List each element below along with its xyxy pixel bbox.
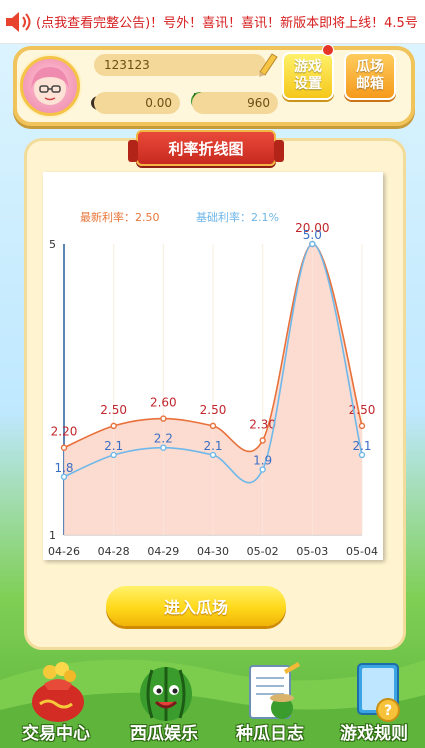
edit-pencil-icon[interactable]	[256, 50, 280, 82]
legend-latest-rate: 最新利率：2.50	[80, 211, 160, 224]
notebook-icon	[249, 662, 300, 719]
nav-melon-entertainment[interactable]: 西瓜娱乐	[112, 656, 216, 748]
avatar[interactable]	[20, 56, 80, 116]
nav-label: 游戏规则	[340, 724, 408, 744]
announcement-marquee[interactable]: (点我查看完整公告)！号外！喜讯！喜讯！新版本即将上线！4.5号	[0, 0, 425, 44]
mail-label-line1: 瓜场	[356, 59, 384, 75]
speaker-icon	[0, 0, 36, 43]
game-settings-button[interactable]: 游戏 设置	[282, 52, 334, 100]
nav-trade-center[interactable]: 交易中心	[4, 656, 108, 748]
rules-book-icon: ?	[357, 663, 400, 722]
nav-label: 交易中心	[22, 724, 90, 744]
legend-base-rate: 基础利率：2.1%	[196, 211, 279, 224]
nav-planting-log[interactable]: 种瓜日志	[218, 656, 322, 748]
svg-text:?: ?	[384, 703, 392, 719]
notification-dot	[322, 44, 334, 56]
enter-melon-field-button[interactable]: 进入瓜场	[106, 586, 286, 626]
nav-label: 西瓜娱乐	[130, 724, 198, 744]
coin-balance: 0.00	[94, 92, 180, 114]
username-field: 123123	[94, 54, 266, 76]
mail-label-line2: 邮箱	[356, 76, 384, 92]
announcement-link[interactable]: (点我查看完整公告)	[36, 16, 150, 31]
nav-game-rules[interactable]: ? 游戏规则	[322, 656, 425, 748]
chart-container	[43, 172, 383, 560]
nav-label: 种瓜日志	[236, 724, 304, 744]
panel-title: 利率折线图	[128, 130, 284, 166]
money-bag-icon	[32, 662, 84, 722]
announcement-message: ！号外！喜讯！喜讯！新版本即将上线！4.5号	[150, 16, 418, 31]
announcement-text[interactable]: (点我查看完整公告)！号外！喜讯！喜讯！新版本即将上线！4.5号	[36, 12, 418, 31]
settings-label-line2: 设置	[294, 76, 322, 92]
watermelon-icon	[140, 667, 192, 721]
melon-balance: 960	[192, 92, 278, 114]
settings-label-line1: 游戏	[294, 59, 322, 75]
mailbox-button[interactable]: 瓜场 邮箱	[344, 52, 396, 100]
